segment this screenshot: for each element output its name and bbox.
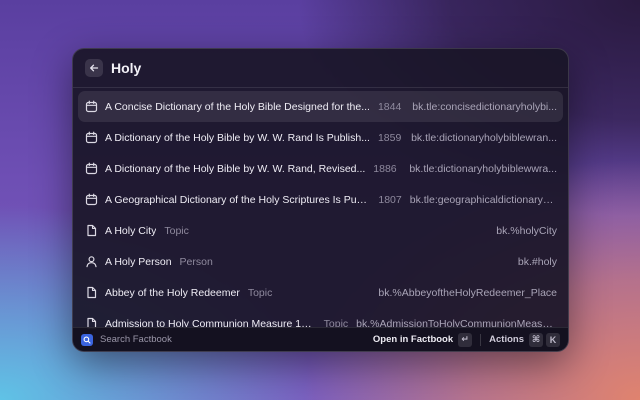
action-bar: Search Factbook Open in Factbook ↵ Actio… (73, 327, 568, 351)
footer-divider (480, 333, 482, 346)
desktop-background: A Concise Dictionary of the Holy Bible D… (0, 0, 640, 400)
result-identifier: bk.tle:concisedictionaryholybi... (412, 100, 557, 113)
result-subtitle: 1886 (373, 162, 397, 175)
result-row[interactable]: A Concise Dictionary of the Holy Bible D… (78, 91, 563, 122)
app-name-label: Search Factbook (100, 334, 172, 345)
result-subtitle: 1807 (378, 193, 402, 206)
result-title: A Holy Person (105, 255, 172, 268)
arrow-left-icon (90, 64, 99, 72)
result-identifier: bk.%holyCity (496, 224, 557, 237)
actions-button[interactable]: Actions ⌘ K (489, 332, 560, 347)
person-icon (85, 255, 98, 268)
search-input[interactable] (111, 60, 556, 76)
result-identifier: bk.tle:dictionaryholybiblewwra... (409, 162, 557, 175)
result-identifier: bk.%AbbeyoftheHolyRedeemer_Place (378, 286, 557, 299)
actions-label: Actions (489, 334, 524, 345)
result-title: A Holy City (105, 224, 157, 237)
results-list: A Concise Dictionary of the Holy Bible D… (73, 91, 568, 335)
result-row[interactable]: A Dictionary of the Holy Bible by W. W. … (78, 153, 563, 184)
result-subtitle: Topic (164, 224, 189, 237)
enter-key-hint: ↵ (458, 332, 473, 347)
result-subtitle: Person (179, 255, 213, 268)
result-title: A Dictionary of the Holy Bible by W. W. … (105, 162, 366, 175)
k-key-hint: K (546, 332, 560, 347)
document-icon (85, 224, 98, 237)
result-subtitle: Topic (247, 286, 273, 299)
result-row[interactable]: A Holy City Topic bk.%holyCity (78, 215, 563, 246)
result-subtitle: 1844 (377, 100, 402, 113)
primary-action-label: Open in Factbook (372, 334, 454, 345)
calendar-icon (85, 100, 98, 113)
result-identifier: bk.tle:dictionaryholybiblewran... (411, 131, 557, 144)
result-row[interactable]: A Geographical Dictionary of the Holy Sc… (78, 184, 563, 215)
command-key-hint: ⌘ (529, 332, 543, 347)
result-row[interactable]: Abbey of the Holy Redeemer Topic bk.%Abbey… (78, 277, 563, 308)
result-identifier: bk.tle:geographicaldictionaryh... (409, 193, 557, 206)
result-subtitle: 1859 (377, 131, 402, 144)
result-title: A Concise Dictionary of the Holy Bible D… (105, 100, 370, 113)
back-button[interactable] (85, 59, 103, 77)
result-title: A Dictionary of the Holy Bible by W. W. … (105, 131, 370, 144)
result-row[interactable]: A Dictionary of the Holy Bible by W. W. … (78, 122, 563, 153)
calendar-icon (85, 131, 98, 144)
document-icon (85, 286, 98, 299)
result-row[interactable]: A Holy Person Person bk.#holy (78, 246, 563, 277)
factbook-app-icon (81, 333, 93, 346)
result-title: Abbey of the Holy Redeemer (105, 286, 240, 299)
result-identifier: bk.#holy (517, 255, 557, 268)
search-icon (83, 336, 91, 344)
open-in-factbook-button[interactable]: Open in Factbook ↵ (372, 332, 473, 347)
command-palette-window: A Concise Dictionary of the Holy Bible D… (72, 48, 569, 352)
search-bar (73, 49, 568, 88)
calendar-icon (85, 162, 98, 175)
calendar-icon (85, 193, 98, 206)
result-title: A Geographical Dictionary of the Holy Sc… (105, 193, 371, 206)
